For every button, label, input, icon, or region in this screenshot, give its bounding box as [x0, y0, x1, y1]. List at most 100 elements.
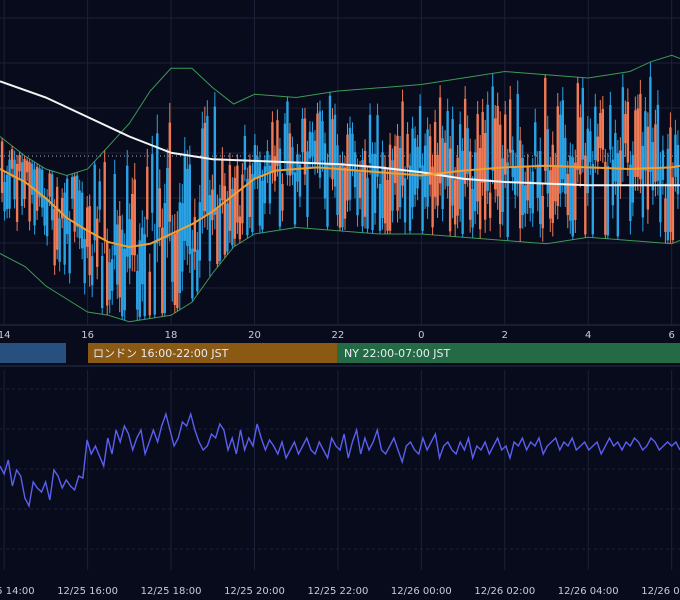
- candle-body: [221, 160, 224, 201]
- candle-body: [8, 159, 11, 209]
- candle-body: [238, 216, 242, 240]
- candle-body: [328, 95, 332, 167]
- candle-body: [446, 111, 449, 187]
- candle-body: [321, 121, 324, 161]
- candle-body: [171, 234, 174, 282]
- candle-body: [624, 114, 627, 144]
- price-x-tick-label: 0: [418, 330, 424, 341]
- candle-body: [428, 136, 432, 185]
- candle-body: [594, 106, 597, 161]
- candle-body: [128, 219, 131, 269]
- candle-body: [639, 93, 642, 180]
- candle-body: [534, 122, 537, 156]
- candle-body: [496, 106, 499, 197]
- candle-body: [45, 198, 49, 237]
- candle-body: [574, 162, 577, 220]
- candle-body: [111, 259, 114, 291]
- candle-body: [676, 145, 680, 195]
- candle-body: [85, 207, 89, 247]
- candle-body: [636, 108, 640, 177]
- chart-canvas: 14 16 18 20 22 0 2 4 6 ロンドン 16:00-22:00 JST NY 2…: [0, 0, 680, 597]
- osc-x-tick-label: 12/26 00:00: [391, 586, 452, 597]
- candle-body: [283, 123, 287, 161]
- candle-body: [178, 202, 182, 294]
- candle-body: [50, 174, 54, 221]
- candle-body: [216, 208, 219, 265]
- candle-body: [278, 148, 282, 227]
- candle-body: [93, 164, 96, 241]
- candle-body: [529, 181, 532, 208]
- candle-body: [20, 162, 24, 206]
- candle-body: [556, 106, 559, 207]
- candle-body: [589, 131, 592, 163]
- candle-body: [35, 166, 39, 211]
- candle-body: [631, 154, 635, 203]
- candle-body: [226, 203, 229, 252]
- candle-body: [138, 240, 141, 317]
- candle-body: [456, 157, 459, 216]
- candle-body: [423, 145, 427, 198]
- candle-body: [40, 169, 44, 208]
- candle-body: [0, 141, 4, 193]
- candle-body: [186, 168, 189, 246]
- osc-x-tick-label: 12/25 18:00: [141, 586, 202, 597]
- osc-x-tick-label: 12/25 14:00: [0, 586, 35, 597]
- candle-body: [251, 173, 254, 233]
- candle-body: [55, 186, 59, 250]
- candle-body: [301, 118, 304, 153]
- osc-x-tick-label: 12/26 06:00: [641, 586, 680, 597]
- candle-body: [218, 198, 222, 261]
- candle-body: [666, 148, 670, 241]
- candle-body: [343, 167, 347, 219]
- candle-body: [248, 165, 252, 217]
- candle-body: [596, 136, 600, 162]
- candle-body: [213, 106, 217, 215]
- candle-body: [504, 114, 507, 175]
- candle-body: [168, 122, 171, 222]
- candle-body: [406, 134, 409, 168]
- candle-body: [514, 166, 517, 195]
- candle-body: [541, 196, 544, 229]
- oscillator-line: [0, 411, 680, 509]
- oscillator-series-line: [0, 411, 680, 509]
- candle-body: [273, 156, 277, 181]
- candle-body: [323, 143, 327, 199]
- candle-body: [123, 248, 126, 311]
- candle-body: [156, 133, 159, 244]
- candle-body: [661, 150, 665, 180]
- candle-body: [493, 118, 497, 190]
- price-x-tick-label: 14: [0, 330, 11, 341]
- candle-body: [536, 164, 539, 198]
- candle-body: [223, 185, 227, 255]
- candle-body: [306, 151, 309, 217]
- price-x-tick-label: 6: [668, 330, 674, 341]
- candle-body: [88, 206, 91, 276]
- candle-body: [669, 127, 672, 232]
- candle-body: [161, 227, 164, 314]
- candle-body: [614, 132, 617, 182]
- session-bar: ロンドン 16:00-22:00 JST NY 22:00-07:00 JST: [0, 343, 680, 363]
- candle-body: [398, 147, 402, 208]
- candle-body: [303, 118, 307, 175]
- candle-body: [241, 174, 244, 224]
- candle-body: [3, 181, 6, 212]
- candle-body: [634, 110, 637, 178]
- session-tokyo-bar: [0, 343, 66, 363]
- candle-body: [173, 233, 176, 305]
- candle-body: [516, 93, 519, 183]
- candle-body: [143, 234, 146, 317]
- candle-body: [281, 183, 284, 211]
- candle-body: [65, 178, 69, 235]
- candle-body: [208, 195, 212, 261]
- candle-body: [28, 162, 31, 222]
- candle-body: [236, 165, 239, 223]
- candle-body: [108, 262, 111, 300]
- candle-body: [291, 147, 294, 175]
- candle-body: [581, 87, 584, 160]
- candle-body: [461, 150, 464, 234]
- candle-body: [271, 122, 274, 173]
- candle-body: [601, 109, 605, 150]
- candle-body: [373, 153, 377, 214]
- osc-x-tick-label: 12/26 04:00: [558, 586, 619, 597]
- candle-body: [133, 179, 136, 256]
